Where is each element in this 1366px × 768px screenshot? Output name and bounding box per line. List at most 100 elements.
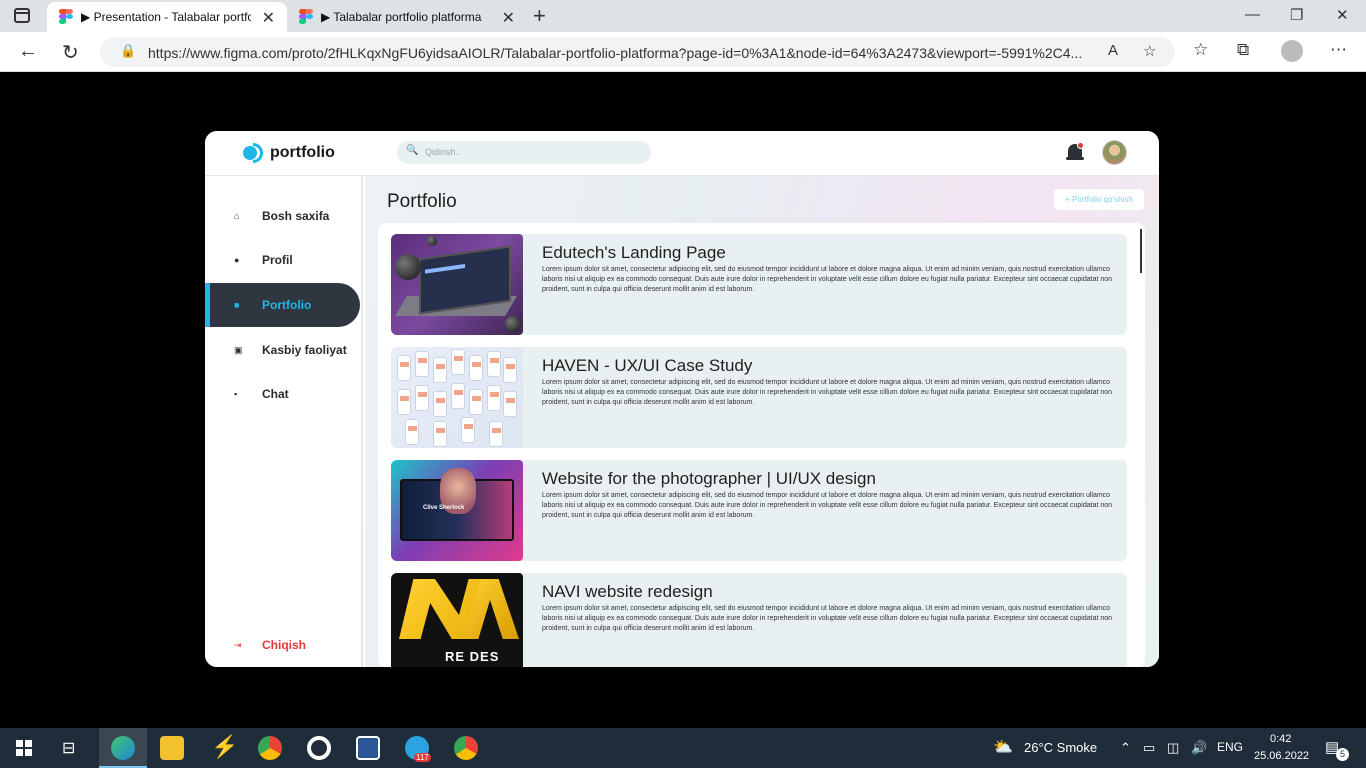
clock-date[interactable]: 25.06.2022 [1254, 750, 1309, 762]
close-window-button[interactable]: ✕ [1336, 6, 1349, 24]
app-header: portfolio 🔍 Qidirish.. [205, 131, 1159, 176]
tab-actions-icon[interactable] [14, 8, 30, 23]
windows-taskbar: ⊟ ⚡ 117 ⛅ 26°C Smoke ⌃ ▭ ◫ 🔊 ENG 0:42 25… [0, 728, 1366, 768]
sidebar-item-home[interactable]: ⌂ Bosh saxifa [205, 194, 360, 238]
logo-text[interactable]: portfolio [270, 144, 335, 162]
notification-dot [1077, 142, 1084, 149]
network-icon[interactable]: ◫ [1167, 740, 1179, 756]
portfolio-card[interactable]: Clive Sherlock Website for the photograp… [391, 460, 1127, 561]
sidebar-item-label: Kasbiy faoliyat [262, 343, 347, 357]
browser-tab-bar: ▶ Presentation - Talabalar portfolio pla… [0, 0, 1366, 32]
tab-title: ▶ Presentation - Talabalar portfolio pla… [81, 10, 251, 24]
project-thumbnail [391, 234, 523, 335]
portfolio-list: Edutech's Landing Page Lorem ipsum dolor… [378, 223, 1145, 667]
project-title: Edutech's Landing Page [542, 243, 726, 262]
close-tab-icon[interactable]: ✕ [502, 8, 515, 28]
thumbnail-text: RE DES NAVI [445, 649, 500, 667]
project-description: Lorem ipsum dolor sit amet, consectetur … [542, 266, 1113, 293]
page-title: Portfolio [387, 191, 457, 212]
close-tab-icon[interactable]: ✕ [262, 8, 275, 28]
project-thumbnail: Clive Sherlock [391, 460, 523, 561]
browser-tab-presentation[interactable]: ▶ Presentation - Talabalar portfolio pla… [47, 2, 287, 32]
project-description: Lorem ipsum dolor sit amet, consectetur … [542, 379, 1113, 406]
read-aloud-icon[interactable]: A [1108, 42, 1118, 59]
collections-icon[interactable]: ⧉ [1237, 40, 1249, 60]
logo-arc-icon [253, 143, 263, 163]
add-favorite-icon[interactable]: ☆ [1143, 42, 1156, 60]
new-tab-button[interactable]: + [533, 3, 546, 29]
tab-title: ▶ Talabalar portfolio platforma [321, 10, 482, 24]
notification-bell-icon[interactable] [1065, 142, 1085, 164]
project-thumbnail [391, 347, 523, 448]
portfolio-app-frame: portfolio 🔍 Qidirish.. ⌂ Bosh saxifa ● P… [205, 131, 1159, 667]
thumbnail-text: Clive Sherlock [423, 505, 465, 511]
sidebar-item-label: Profil [262, 253, 293, 267]
logout-icon: ⇥ [234, 639, 242, 650]
project-title: NAVI website redesign [542, 582, 713, 601]
search-placeholder: Qidirish.. [425, 147, 461, 157]
clock-time[interactable]: 0:42 [1270, 733, 1291, 745]
language-indicator[interactable]: ENG [1217, 740, 1243, 754]
sidebar: ⌂ Bosh saxifa ● Profil ■ Portfolio ▣ Kas… [205, 176, 363, 667]
sidebar-item-label: Portfolio [262, 298, 312, 312]
task-view-icon[interactable]: ⊟ [62, 738, 75, 758]
sidebar-item-career[interactable]: ▣ Kasbiy faoliyat [205, 328, 360, 372]
figma-icon [299, 9, 313, 25]
portfolio-card[interactable]: Edutech's Landing Page Lorem ipsum dolor… [391, 234, 1127, 335]
favorites-icon[interactable]: ☆ [1193, 40, 1208, 60]
home-icon: ⌂ [234, 211, 240, 221]
project-description: Lorem ipsum dolor sit amet, consectetur … [542, 605, 1113, 632]
logout-button[interactable]: ⇥ Chiqish [205, 623, 360, 667]
weather-icon[interactable]: ⛅ [993, 737, 1013, 757]
project-title: Website for the photographer | UI/UX des… [542, 469, 876, 488]
project-thumbnail: RE DES NAVI [391, 573, 523, 667]
search-input[interactable]: 🔍 Qidirish.. [397, 141, 651, 164]
battery-icon[interactable]: ▭ [1143, 740, 1155, 756]
url-text[interactable]: https://www.figma.com/proto/2fHLKqxNgFU6… [148, 45, 1093, 61]
briefcase-icon: ■ [234, 300, 240, 310]
chat-icon: ▪ [234, 389, 238, 399]
url-field[interactable]: 🔒 https://www.figma.com/proto/2fHLKqxNgF… [100, 37, 1175, 67]
chrome-profile-icon[interactable] [454, 736, 478, 760]
browser-tab-platforma[interactable]: ▶ Talabalar portfolio platforma ✕ [287, 2, 527, 32]
tray-chevron-icon[interactable]: ⌃ [1120, 740, 1131, 756]
notification-count-badge: 5 [1336, 748, 1349, 761]
id-card-icon: ▣ [234, 344, 243, 355]
more-menu-icon[interactable]: ⋯ [1330, 40, 1347, 60]
figma-icon [59, 9, 73, 25]
windows-start-icon[interactable] [16, 740, 32, 756]
word-icon[interactable] [356, 736, 380, 760]
chrome-icon[interactable] [258, 736, 282, 760]
opera-icon[interactable] [307, 736, 331, 760]
sidebar-item-label: Chat [262, 387, 289, 401]
logout-label: Chiqish [262, 638, 306, 652]
sidebar-item-profile[interactable]: ● Profil [205, 238, 360, 282]
browser-address-bar: ← ↻ 🔒 https://www.figma.com/proto/2fHLKq… [0, 32, 1366, 72]
reload-icon[interactable]: ↻ [62, 40, 79, 65]
scrollbar[interactable] [1140, 229, 1142, 273]
sidebar-item-portfolio[interactable]: ■ Portfolio [205, 283, 360, 327]
project-title: HAVEN - UX/UI Case Study [542, 356, 753, 375]
browser-profile-avatar[interactable] [1281, 40, 1303, 62]
edge-icon [111, 736, 135, 760]
user-avatar[interactable] [1102, 140, 1127, 165]
search-icon: 🔍 [406, 145, 419, 156]
back-arrow-icon[interactable]: ← [18, 40, 38, 63]
edge-taskbar-button[interactable] [99, 728, 147, 768]
weather-text[interactable]: 26°C Smoke [1024, 740, 1097, 755]
sidebar-item-label: Bosh saxifa [262, 209, 330, 223]
project-description: Lorem ipsum dolor sit amet, consectetur … [542, 492, 1113, 519]
file-explorer-icon[interactable] [160, 736, 184, 760]
lock-icon[interactable]: 🔒 [120, 43, 136, 59]
portfolio-card[interactable]: RE DES NAVI NAVI website redesign Lorem … [391, 573, 1127, 667]
portfolio-card[interactable]: HAVEN - UX/UI Case Study Lorem ipsum dol… [391, 347, 1127, 448]
lightning-app-icon[interactable]: ⚡ [211, 734, 238, 760]
user-icon: ● [234, 255, 240, 265]
telegram-unread-badge: 117 [414, 753, 431, 762]
sidebar-item-chat[interactable]: ▪ Chat [205, 372, 360, 416]
add-portfolio-button[interactable]: + Portfolio qo'shish [1054, 189, 1144, 210]
maximize-button[interactable]: ❐ [1290, 6, 1303, 24]
volume-icon[interactable]: 🔊 [1191, 740, 1207, 756]
main-content: Portfolio + Portfolio qo'shish Edutech's… [365, 176, 1159, 667]
minimize-button[interactable]: — [1245, 6, 1260, 23]
